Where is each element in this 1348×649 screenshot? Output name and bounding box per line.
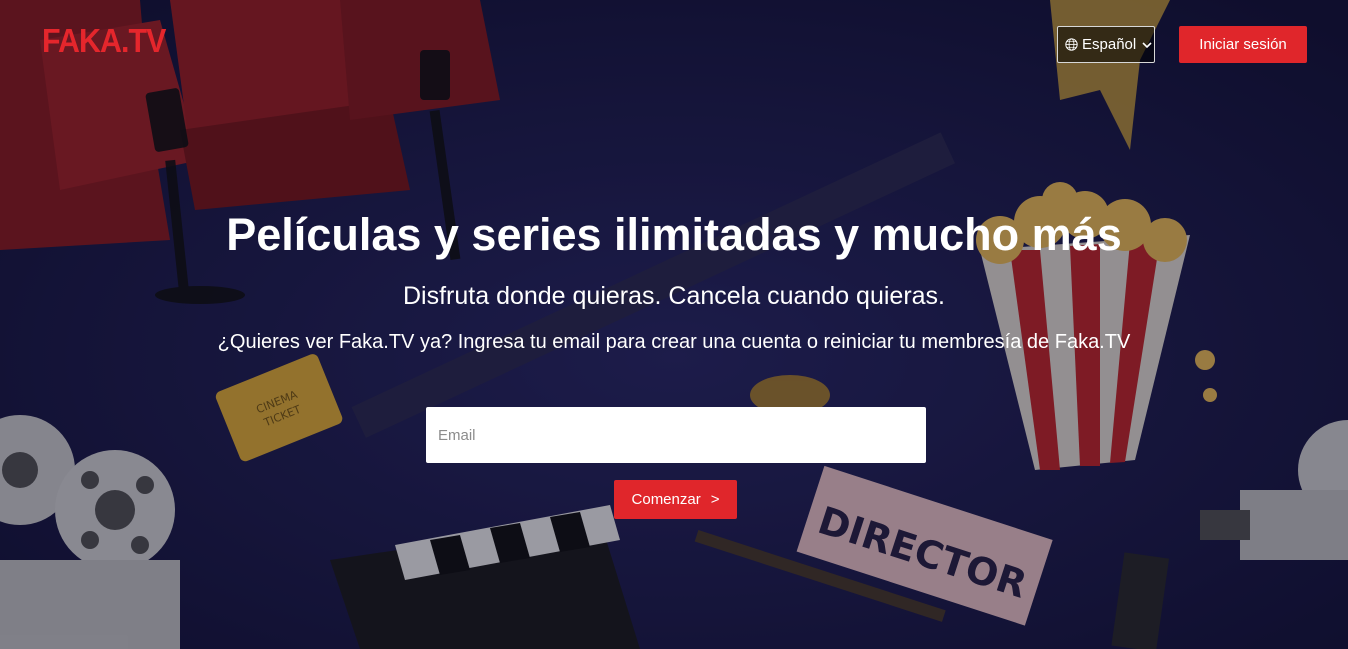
start-button-label: Comenzar xyxy=(631,491,701,508)
signin-button[interactable]: Iniciar sesión xyxy=(1179,26,1307,63)
brand-logo[interactable]: FAKA.TV xyxy=(42,22,166,60)
chevron-right-icon: > xyxy=(710,491,720,508)
globe-icon xyxy=(1065,38,1078,51)
chevron-down-icon xyxy=(1142,41,1152,48)
hero-section: Películas y series ilimitadas y mucho má… xyxy=(0,200,1348,356)
language-select-value: Español xyxy=(1082,36,1137,53)
site-header: FAKA.TV Español Iniciar sesión xyxy=(0,0,1348,90)
hero-title: Películas y series ilimitadas y mucho má… xyxy=(226,209,1122,260)
email-input[interactable] xyxy=(426,407,926,463)
hero-cta-text: ¿Quieres ver Faka.TV ya? Ingresa tu emai… xyxy=(217,331,1131,353)
hero-subtitle: Disfruta donde quieras. Cancela cuando q… xyxy=(402,282,945,310)
language-select[interactable]: Español xyxy=(1057,26,1155,63)
start-button[interactable]: Comenzar > xyxy=(614,480,737,519)
